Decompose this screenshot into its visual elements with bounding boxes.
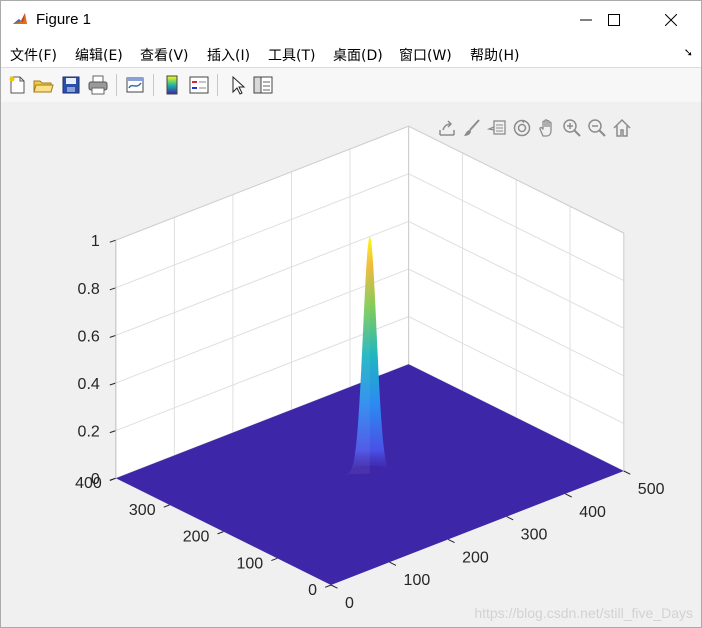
- figure-canvas[interactable]: 0 100 200 300 400 500 0 100 200 300 400 0 0.2 0.4 0.6 0…: [1, 102, 701, 627]
- z-tick-label: 0: [91, 471, 100, 488]
- y-tick-label: 300: [129, 502, 156, 519]
- z-tick-label: 0.6: [78, 328, 100, 345]
- colorbar-icon[interactable]: [161, 74, 183, 96]
- axis-tick: [506, 516, 514, 521]
- menu-window[interactable]: 窗口(W): [399, 45, 452, 65]
- z-tick-label: 1: [91, 233, 100, 250]
- axis-tick: [389, 561, 397, 566]
- menu-tools[interactable]: 工具(T): [268, 45, 315, 65]
- save-icon[interactable]: [60, 74, 82, 96]
- y-tick-label: 0: [308, 582, 317, 599]
- axis-tick: [217, 531, 224, 535]
- x-tick-label: 500: [638, 481, 665, 498]
- menu-desktop[interactable]: 桌面(D): [333, 45, 383, 65]
- y-tick-label: 100: [236, 555, 263, 572]
- axis-tick: [163, 504, 170, 508]
- axis-tick: [109, 334, 116, 338]
- z-tick-label: 0.4: [78, 376, 100, 393]
- edit-plot-arrow-icon[interactable]: [226, 74, 248, 96]
- menu-insert[interactable]: 插入(I): [207, 45, 250, 65]
- y-tick-label: 200: [183, 529, 210, 546]
- x-tick-label: 200: [462, 549, 489, 566]
- title-bar: Figure 1: [1, 1, 701, 39]
- menu-edit[interactable]: 编辑(E): [75, 45, 123, 65]
- toolbar-separator: [153, 74, 154, 96]
- menu-file[interactable]: 文件(F): [10, 45, 57, 65]
- window-title: Figure 1: [36, 11, 92, 28]
- z-tick-label: 0.2: [78, 424, 100, 441]
- menu-view[interactable]: 查看(V): [140, 45, 189, 65]
- watermark: https://blog.csdn.net/still_five_Days: [474, 605, 693, 621]
- property-inspector-icon[interactable]: [252, 74, 274, 96]
- axis-tick: [109, 430, 116, 434]
- maximize-button[interactable]: [591, 1, 637, 39]
- figure-toolbar: [1, 67, 701, 103]
- axis-tick: [109, 382, 116, 386]
- axis-tick: [109, 239, 116, 243]
- menu-bar: 文件(F) 编辑(E) 查看(V) 插入(I) 工具(T) 桌面(D) 窗口(W…: [1, 39, 701, 67]
- axis-tick: [324, 584, 332, 588]
- close-button[interactable]: [648, 1, 694, 39]
- x-tick-label: 100: [404, 572, 431, 589]
- matlab-icon: [11, 10, 29, 28]
- axis-tick: [623, 470, 631, 475]
- axis-tick: [271, 557, 278, 562]
- maximize-icon: [608, 14, 620, 26]
- toolbar-separator: [217, 74, 218, 96]
- menu-help[interactable]: 帮助(H): [470, 45, 519, 65]
- axis-tick: [447, 538, 455, 544]
- axis-tick: [330, 584, 338, 589]
- x-tick-label: 300: [521, 527, 548, 544]
- x-tick-label: 400: [579, 504, 606, 521]
- axis-tick: [109, 287, 116, 291]
- toolbar-separator: [116, 74, 117, 96]
- x-tick-label: 0: [345, 595, 354, 612]
- axis-tick: [565, 493, 572, 498]
- link-plot-icon[interactable]: [124, 74, 146, 96]
- surface-plot-axes[interactable]: 0100200300400500010020030040000.20.40.60…: [1, 102, 701, 627]
- new-figure-icon[interactable]: [6, 74, 28, 96]
- z-tick-label: 0.8: [78, 281, 100, 298]
- print-icon[interactable]: [87, 74, 109, 96]
- open-file-icon[interactable]: [32, 74, 54, 96]
- legend-icon[interactable]: [188, 74, 210, 96]
- figure-window: Figure 1 文件(F) 编辑(E) 查看(V) 插入(I) 工具(T) 桌…: [0, 0, 702, 628]
- close-icon: [665, 14, 677, 26]
- dock-arrow-icon[interactable]: ➘: [684, 46, 693, 59]
